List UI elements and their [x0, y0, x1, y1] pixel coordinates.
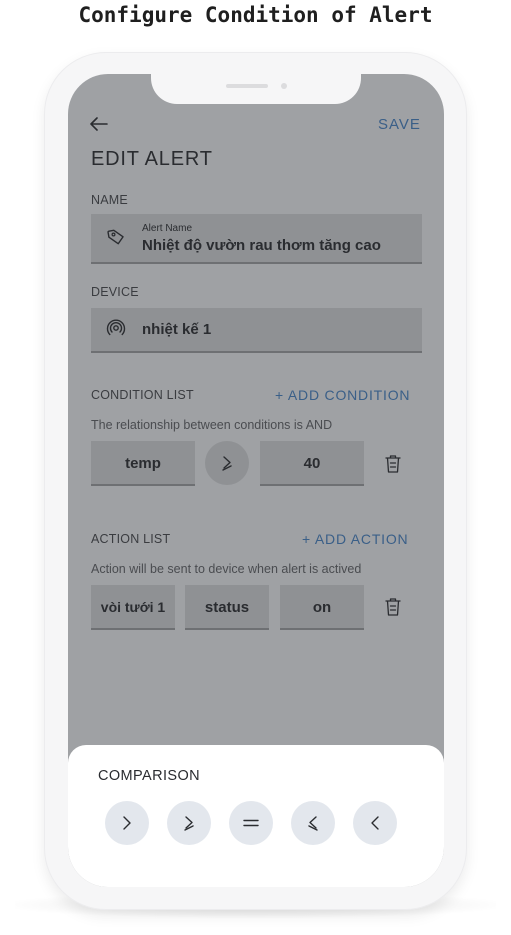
greater-than-button[interactable] [105, 801, 149, 845]
delete-action-icon[interactable] [383, 597, 403, 622]
sensor-icon [106, 319, 126, 344]
alert-name-field-label: Alert Name [142, 223, 193, 234]
delete-condition-icon[interactable] [383, 454, 403, 479]
alert-name-value: Nhiệt độ vườn rau thơm tăng cao [142, 237, 381, 254]
less-than-button[interactable] [353, 801, 397, 845]
action-field-select[interactable]: status [185, 585, 269, 630]
alert-name-field[interactable]: Alert Name Nhiệt độ vườn rau thơm tăng c… [91, 214, 422, 264]
condition-variable-select[interactable]: temp [91, 441, 195, 486]
greater-than-icon [123, 816, 131, 830]
phone-camera [281, 83, 287, 89]
device-section-label: DEVICE [91, 285, 139, 299]
action-hint: Action will be sent to device when alert… [91, 562, 362, 576]
page-title: Configure Condition of Alert [78, 3, 433, 27]
action-device-select[interactable]: vòi tưới 1 [91, 585, 175, 630]
equal-icon [243, 819, 259, 827]
add-condition-button[interactable]: + ADD CONDITION [275, 387, 410, 403]
condition-value-field[interactable]: 40 [260, 441, 364, 486]
equal-button[interactable] [229, 801, 273, 845]
phone-speaker [226, 84, 268, 88]
condition-operator-button[interactable] [205, 441, 249, 485]
condition-hint: The relationship between conditions is A… [91, 418, 333, 432]
name-section-label: NAME [91, 193, 128, 207]
greater-or-equal-button[interactable] [167, 801, 211, 845]
phone-notch [151, 74, 361, 104]
less-than-icon [371, 816, 379, 830]
greater-or-equal-icon [217, 453, 237, 478]
device-value: nhiệt kế 1 [142, 321, 212, 338]
less-or-equal-icon [308, 816, 318, 831]
save-button[interactable]: SAVE [378, 116, 421, 133]
action-list-label: ACTION LIST [91, 532, 171, 546]
action-value-field[interactable]: on [280, 585, 364, 630]
comparison-title: COMPARISON [98, 768, 201, 784]
edit-alert-title: EDIT ALERT [91, 148, 213, 170]
condition-list-label: CONDITION LIST [91, 388, 194, 402]
greater-or-equal-icon [184, 816, 194, 831]
add-action-button[interactable]: + ADD ACTION [302, 531, 408, 547]
less-or-equal-button[interactable] [291, 801, 335, 845]
tag-icon [106, 227, 126, 252]
device-field[interactable]: nhiệt kế 1 [91, 308, 422, 353]
back-arrow-icon[interactable] [88, 114, 110, 134]
